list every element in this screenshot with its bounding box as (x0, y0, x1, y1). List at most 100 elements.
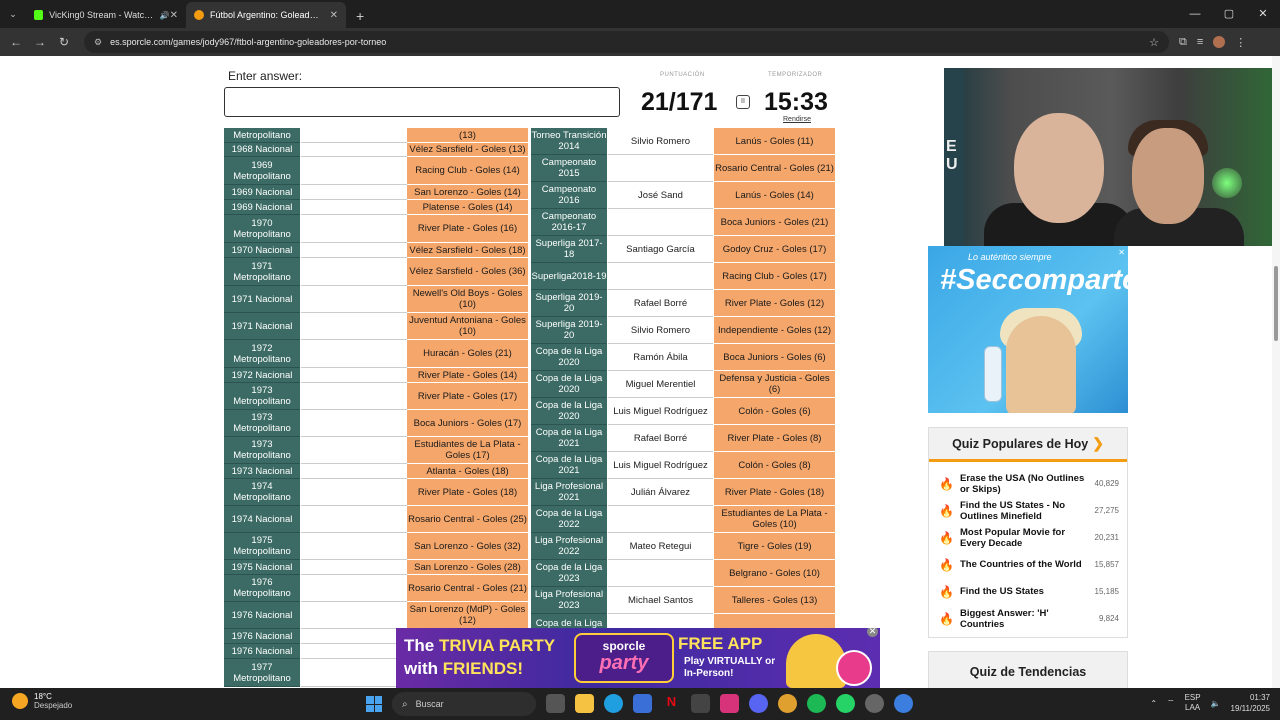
tournament-cell: 1976 Metropolitano (224, 575, 300, 602)
scorer-cell: Silvio Romero (608, 317, 713, 344)
banner-close-icon[interactable]: ✕ (867, 628, 878, 637)
forward-button[interactable]: → (28, 35, 52, 49)
advertisement-square[interactable]: Lo auténtico siempre #Seccomparte ✕ (928, 246, 1128, 413)
search-icon: ⌕ (402, 698, 408, 710)
scrollbar[interactable] (1272, 56, 1280, 688)
scorer-cell: José Sand (608, 182, 713, 209)
windows-start-icon[interactable] (366, 696, 382, 712)
whatsapp-icon[interactable] (836, 694, 855, 713)
tournament-cell: 1977 Metropolitano (224, 659, 300, 687)
club-goals-cell: Rosario Central - Goles (21) (714, 155, 835, 182)
netflix-icon[interactable]: N (662, 694, 681, 713)
clock[interactable]: 01:37 19/11/2025 (1231, 692, 1270, 714)
popular-quiz-item[interactable]: 🔥 Biggest Answer: 'H' Countries 9,824 (929, 605, 1127, 632)
taskbar-apps: N (546, 694, 913, 713)
site-info-icon[interactable]: ⚙ (94, 37, 102, 48)
popular-quiz-item[interactable]: 🔥 Find the US States 15,185 (929, 578, 1127, 605)
tab-sporcle-quiz[interactable]: Fútbol Argentino: Goleador Por... ✕ (186, 2, 346, 28)
popular-quiz-item[interactable]: 🔥 Find the US States - No Outlines Minefi… (929, 497, 1127, 524)
taskbar-search[interactable]: ⌕ Buscar (392, 692, 536, 716)
popular-quizzes-title[interactable]: Quiz Populares de Hoy ❯ (929, 428, 1127, 462)
tournament-cell: 1974 Metropolitano (224, 479, 300, 506)
tournament-cell: Copa de la Liga 2021 (531, 425, 607, 452)
wifi-icon[interactable]: ⌔ (1167, 698, 1175, 708)
club-goals-cell: (13) (407, 128, 528, 143)
file-explorer-icon[interactable] (575, 694, 594, 713)
trivia-party-banner-ad[interactable]: The TRIVIA PARTY with FRIENDS! sporcle p… (396, 628, 880, 688)
chrome-active-icon[interactable] (894, 694, 913, 713)
club-goals-cell: San Lorenzo - Goles (28) (407, 560, 528, 575)
tab-bar: ⌄ VicKing0 Stream - Watch Li... 🔊 ✕ Fútb… (0, 0, 1280, 28)
reload-button[interactable]: ↻ (52, 35, 76, 49)
club-goals-cell: Talleres - Goles (13) (714, 587, 835, 614)
close-window-button[interactable]: ✕ (1246, 0, 1280, 28)
flame-icon: 🔥 (939, 503, 954, 518)
quiz-name: The Countries of the World (960, 559, 1082, 570)
club-goals-cell: Racing Club - Goles (14) (407, 157, 528, 185)
maximize-button[interactable]: ▢ (1212, 0, 1246, 28)
popular-quizzes-box: Quiz Populares de Hoy ❯ 🔥 Erase the USA (… (928, 427, 1128, 638)
instagram-icon[interactable] (720, 694, 739, 713)
minimize-button[interactable]: — (1178, 0, 1212, 28)
scrollbar-thumb[interactable] (1274, 266, 1278, 341)
flame-icon: 🔥 (939, 476, 954, 491)
popular-quiz-item[interactable]: 🔥 Most Popular Movie for Every Decade 20,2… (929, 524, 1127, 551)
tournament-cell: 1976 Nacional (224, 644, 300, 659)
tab-vicking-stream[interactable]: VicKing0 Stream - Watch Li... 🔊 ✕ (26, 2, 186, 28)
task-view-icon[interactable] (546, 694, 565, 713)
chevron-right-icon: ❯ (1092, 435, 1104, 451)
back-button[interactable]: ← (4, 35, 28, 49)
popular-quiz-item[interactable]: 🔥 The Countries of the World 15,857 (929, 551, 1127, 578)
audio-icon[interactable]: 🔊 (160, 11, 170, 20)
give-up-link[interactable]: Rendirse (783, 116, 811, 123)
language-indicator[interactable]: ESP LAA (1185, 693, 1201, 713)
tournament-cell: Copa de la Liga 2023 (531, 560, 607, 587)
banner-text: with (404, 659, 443, 678)
club-goals-cell: Newell's Old Boys - Goles (10) (407, 286, 528, 313)
club-goals-cell: Godoy Cruz - Goles (17) (714, 236, 835, 263)
badge-icon (836, 650, 872, 686)
scorer-cell: Santiago García (608, 236, 713, 263)
reading-list-icon[interactable]: ≡ (1197, 36, 1203, 49)
trending-quizzes-title[interactable]: Quiz de Tendencias (928, 651, 1128, 688)
ad-close-icon[interactable]: ✕ (1118, 248, 1125, 257)
tab-search-chevron-icon[interactable]: ⌄ (0, 9, 26, 20)
close-tab-icon[interactable]: ✕ (170, 10, 178, 21)
edge-icon[interactable] (604, 694, 623, 713)
tournament-cell: Copa de la Liga 2020 (531, 371, 607, 398)
url-field[interactable]: ⚙ es.sporcle.com/games/jody967/ftbol-arg… (84, 31, 1169, 53)
chrome-icon[interactable] (778, 694, 797, 713)
scorer-cell: Julián Álvarez (608, 479, 713, 506)
play-count: 9,824 (1098, 614, 1119, 623)
scorer-cell (301, 410, 407, 437)
spotify-icon[interactable] (807, 694, 826, 713)
answer-input[interactable] (224, 87, 620, 117)
scorer-cell (301, 286, 407, 313)
tournament-cell: 1971 Nacional (224, 286, 300, 313)
profile-avatar[interactable] (1213, 35, 1226, 48)
volume-icon[interactable]: 🔈 (1211, 699, 1221, 708)
settings-icon[interactable] (865, 694, 884, 713)
banner-text: The (404, 636, 439, 655)
extensions-icon[interactable]: ⧉ (1179, 36, 1187, 49)
scorer-cell (301, 506, 407, 533)
pause-button[interactable]: II (736, 95, 750, 109)
chevron-up-icon[interactable]: ⌃ (1150, 699, 1157, 708)
bookmark-star-icon[interactable]: ☆ (1149, 36, 1159, 49)
new-tab-button[interactable]: + (356, 8, 364, 24)
banner-free-app: FREE APP (678, 634, 763, 653)
scorer-cell: Rafael Borré (608, 425, 713, 452)
banner-play-text: Play VIRTUALLY or In-Person! (684, 656, 776, 679)
close-tab-icon[interactable]: ✕ (330, 10, 338, 21)
discord-icon[interactable] (749, 694, 768, 713)
club-goals-cell: Independiente - Goles (12) (714, 317, 835, 344)
store-icon[interactable] (633, 694, 652, 713)
app-icon[interactable] (691, 694, 710, 713)
tournament-cell: Copa de la Liga 2020 (531, 344, 607, 371)
scorer-cell: Ramón Ábila (608, 344, 713, 371)
popular-quiz-item[interactable]: 🔥 Erase the USA (No Outlines or Skips) 40,… (929, 470, 1127, 497)
weather-widget[interactable]: 18°C Despejado (12, 692, 72, 710)
club-goals-cell: Boca Juniors - Goles (17) (407, 410, 528, 437)
scorer-cell (608, 560, 713, 587)
menu-icon[interactable]: ⋮ (1235, 36, 1246, 49)
